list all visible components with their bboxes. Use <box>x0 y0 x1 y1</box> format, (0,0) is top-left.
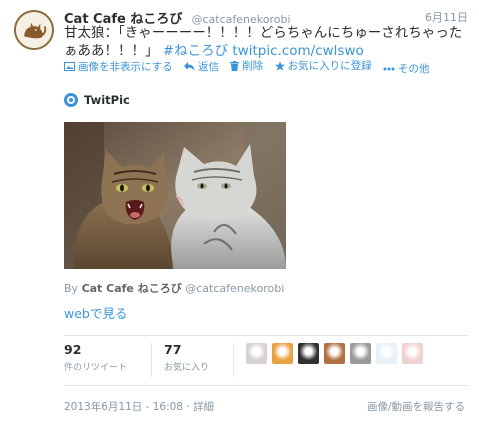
more-label: その他 <box>397 63 430 75</box>
twitpic-name: TwitPic <box>84 93 130 107</box>
user-avatar-thumb[interactable] <box>272 343 294 364</box>
stats-separator <box>151 343 153 377</box>
report-media-link[interactable]: 画像/動画を報告する <box>367 399 465 414</box>
footer-separator: · <box>186 401 190 413</box>
tweet-stats: 92 件のリツイート 77 お気に入り <box>64 343 428 377</box>
reply-button[interactable]: 返信 <box>183 59 219 74</box>
byline-name[interactable]: Cat Cafe ねころび <box>82 282 182 295</box>
footer-timestamp[interactable]: 2013年6月11日 - 16:08 <box>64 401 183 413</box>
favorite-label: お気に入りに登録 <box>287 60 372 72</box>
more-dots-icon <box>383 67 395 70</box>
twitpic-link[interactable]: twitpic.com/cwlswo <box>232 43 363 59</box>
user-avatar-thumb[interactable] <box>350 343 372 364</box>
user-avatar-thumb[interactable] <box>402 343 424 364</box>
cat-logo-icon <box>16 12 52 48</box>
tweet-time[interactable]: 6月11日 <box>425 9 468 25</box>
retweets-stat[interactable]: 92 件のリツイート <box>64 342 128 374</box>
cats-photo <box>64 122 286 269</box>
favorites-label: お気に入り <box>164 363 210 373</box>
stats-bottom-divider <box>64 385 469 386</box>
stats-top-divider <box>64 335 469 336</box>
retweets-label: 件のリツイート <box>64 363 128 373</box>
retweets-count: 92 <box>64 342 82 357</box>
media-byline: By Cat Cafe ねころび @catcafenekorobi <box>64 280 284 296</box>
image-icon <box>64 61 75 71</box>
hide-media-label: 画像を非表示にする <box>78 60 173 73</box>
user-avatar-thumb[interactable] <box>298 343 320 364</box>
user-avatar-thumb[interactable] <box>376 343 398 364</box>
byline-username[interactable]: @catcafenekorobi <box>185 282 284 295</box>
twitpic-header: TwitPic <box>64 92 130 108</box>
avatar[interactable] <box>14 10 54 50</box>
view-on-web-link[interactable]: webで見る <box>64 303 127 322</box>
reply-label: 返信 <box>197 60 219 73</box>
star-icon <box>274 60 285 71</box>
stats-separator <box>233 343 235 377</box>
trash-icon <box>230 60 240 71</box>
favorites-stat[interactable]: 77 お気に入り <box>164 342 210 374</box>
favorites-count: 77 <box>164 342 182 357</box>
user-avatar-thumb[interactable] <box>324 343 346 364</box>
media-photo[interactable] <box>64 122 286 269</box>
tweet-header: Cat Cafe ねころび @catcafenekorobi 6月11日 <box>64 8 468 27</box>
more-button[interactable]: その他 <box>383 61 430 76</box>
hashtag-link[interactable]: #ねころび <box>163 43 228 59</box>
reply-icon <box>183 61 195 70</box>
delete-label: 削除 <box>242 60 264 72</box>
byline-prefix: By <box>64 282 79 295</box>
hide-media-button[interactable]: 画像を非表示にする <box>64 59 173 74</box>
tweet-text: 甘太狼：「きゃーーーー！！！！どらちゃんにちゅーされちゃったぁああ！！！」 #ね… <box>64 24 469 60</box>
favorite-button[interactable]: お気に入りに登録 <box>274 58 372 73</box>
tweet-actions: 画像を非表示にする 返信 削除 お気に入りに登録 その他 <box>64 58 474 75</box>
user-faces <box>246 343 428 364</box>
tweet: Cat Cafe ねころび @catcafenekorobi 6月11日 甘太狼… <box>0 0 479 423</box>
twitpic-logo-icon <box>64 93 78 107</box>
details-link[interactable]: 詳細 <box>193 401 214 413</box>
tweet-footer: 2013年6月11日 - 16:08 · 詳細 画像/動画を報告する <box>64 399 469 414</box>
delete-button[interactable]: 削除 <box>230 58 263 73</box>
user-avatar-thumb[interactable] <box>246 343 268 364</box>
